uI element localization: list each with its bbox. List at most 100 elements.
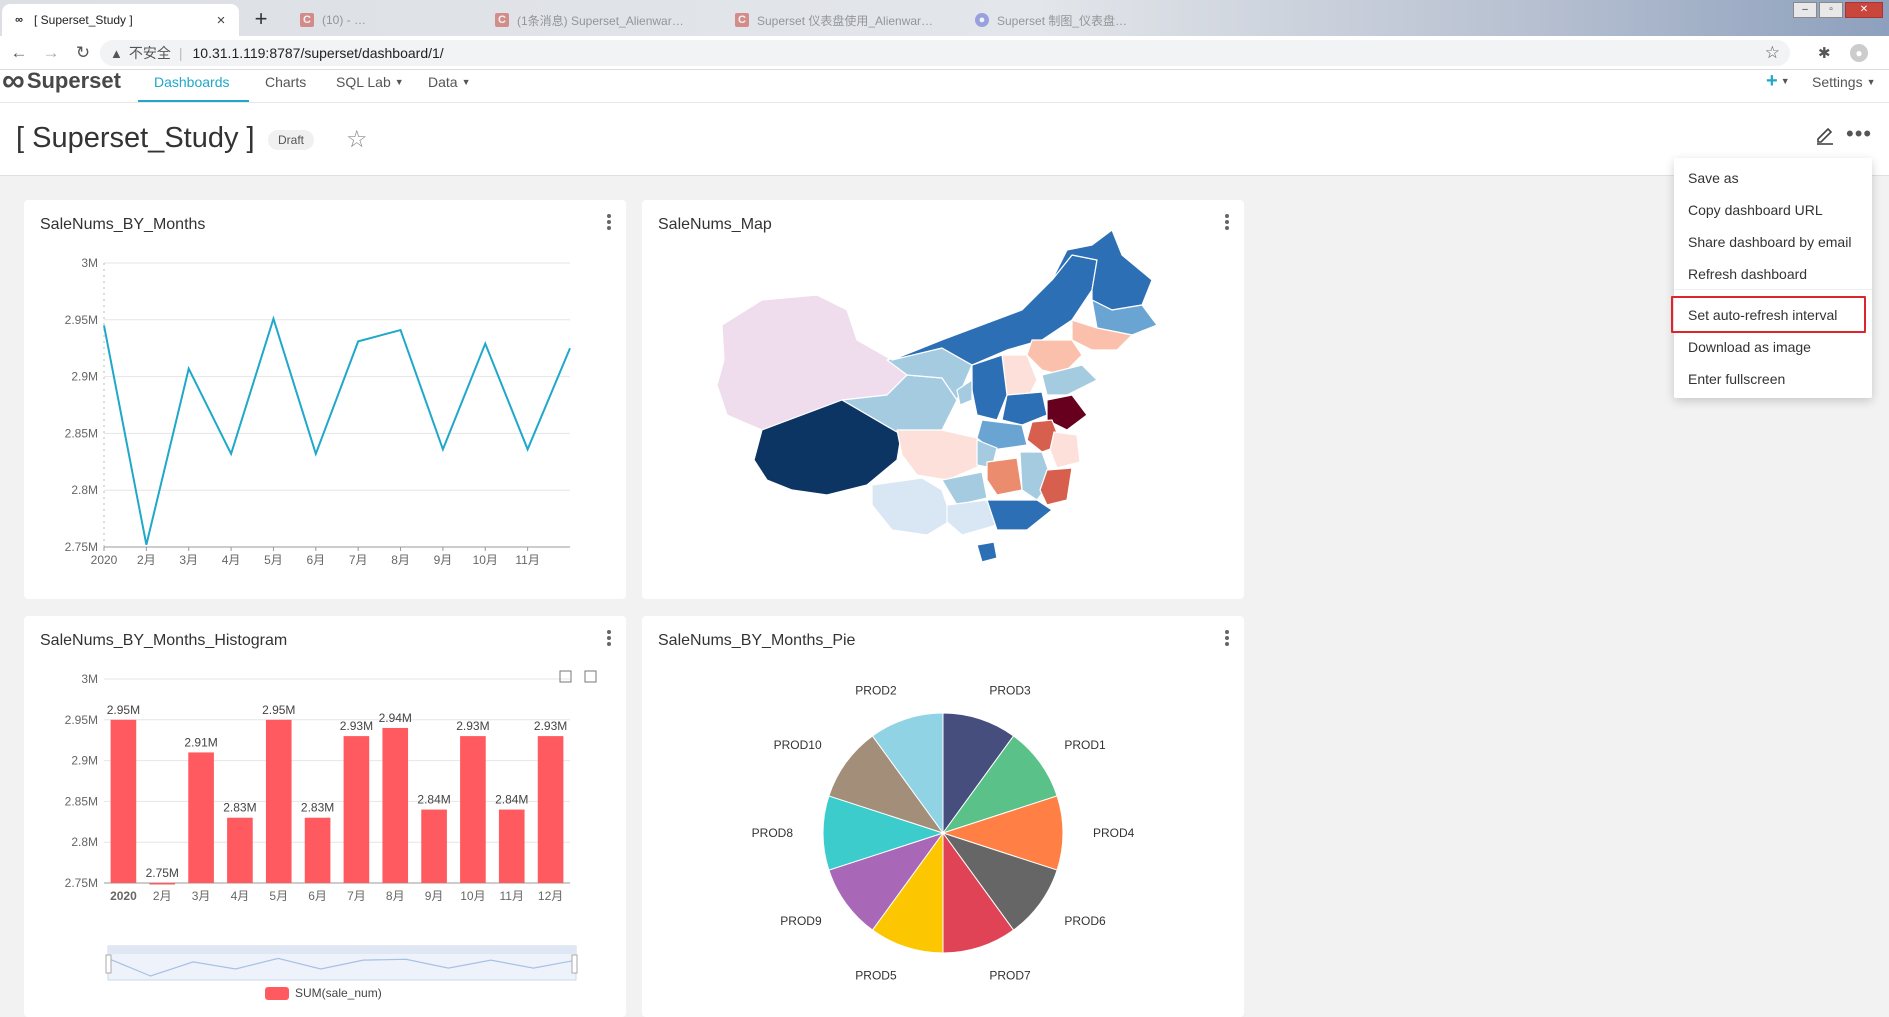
legend-label: SUM(sale_num) [295,986,382,1000]
back-icon[interactable]: ← [6,43,32,63]
tab-favicon-icon: C [495,13,509,27]
bar [188,752,214,883]
x-tick-label: 8月 [391,553,410,567]
x-tick-label: 7月 [349,553,368,567]
window-controls: – ▫ ✕ [1793,2,1883,18]
caret-down-icon: ▼ [1866,77,1876,87]
nav-data-label: Data [428,74,458,90]
x-tick-label: 2月 [137,553,156,567]
nav-charts[interactable]: Charts [265,74,306,90]
x-tick-label: 6月 [306,553,325,567]
y-tick-label: 2.9M [71,370,98,384]
zoom-icon [559,670,572,683]
dashboard-title[interactable]: [ Superset_Study ] [16,122,255,155]
browser-tab[interactable]: ● Superset 制图_仪表盘… [965,4,1195,36]
x-tick-label: 2020 [91,553,118,567]
zoom-reset-icon [584,670,597,683]
superset-logo[interactable]: ∞ Superset [2,70,121,99]
x-tick-label: 8月 [386,889,405,903]
y-tick-label: 2.85M [65,426,98,440]
annotation-highlight-box [1671,296,1866,333]
bar [265,719,292,883]
slice-label: PROD7 [989,969,1031,983]
bar [110,719,137,883]
data-label: 2.84M [417,793,450,807]
tab-title: (10) - … [322,13,367,27]
address-bar: ← → ↻ ▲ 不安全 | 10.31.1.119:8787/superset/… [0,36,1889,70]
new-tab-icon[interactable]: + [248,7,274,33]
data-label: 2.91M [184,735,217,749]
chart-legend[interactable]: SUM(sale_num) [265,986,382,1000]
maximize-icon[interactable]: ▫ [1819,2,1843,18]
map-region-sichuan [896,429,983,481]
edit-pencil-icon[interactable] [1814,123,1836,145]
y-tick-label: 2.8M [71,835,98,849]
nav-settings-label: Settings [1812,74,1863,90]
superset-logo-icon: ∞ [2,70,25,98]
nav-sql-lab[interactable]: SQL Lab ▼ [336,74,404,90]
forward-icon[interactable]: → [38,43,64,63]
url-text: 10.31.1.119:8787/superset/dashboard/1/ [192,45,444,61]
nav-data[interactable]: Data ▼ [428,74,471,90]
reload-icon[interactable]: ↻ [70,43,96,63]
chart-card-pie: SaleNums_BY_Months_Pie PROD3 PROD1 PROD4 PR… [642,616,1244,1017]
browser-tab[interactable]: C (1条消息) Superset_Alienwar… [485,4,715,36]
data-label: 2.84M [495,793,528,807]
data-label: 2.83M [301,801,334,815]
nav-settings[interactable]: Settings ▼ [1812,74,1876,90]
pie-chart: PROD3 PROD1 PROD4 PROD6 PROD7 PROD5 PROD9 PROD8… [752,683,1135,983]
profile-avatar-icon[interactable]: ● [1850,44,1868,62]
browser-tabstrip: ∞ [ Superset_Study ] × + C (10) - … C (1… [0,0,1889,36]
browser-tab-active[interactable]: ∞ [ Superset_Study ] × [2,4,239,36]
divider: | [178,45,183,61]
menu-refresh[interactable]: Refresh dashboard [1688,266,1807,282]
map-region-shaanxi [971,354,1008,421]
map-region-hainan [976,541,998,563]
menu-fullscreen[interactable]: Enter fullscreen [1688,371,1785,387]
bar [304,817,331,883]
x-tick-label: 10月 [473,553,498,567]
add-new-icon[interactable]: + ▼ [1766,70,1790,93]
x-tick-label: 7月 [347,889,366,903]
line-chart: 2.75M 2.8M 2.85M 2.9M 2.95M 3M 2020 2月 3月 4月 5月 6月 7… [65,256,571,567]
map-region-yunnan [871,477,953,536]
bar [149,883,176,885]
data-label: 2.93M [456,719,489,733]
slice-label: PROD4 [1093,826,1135,840]
data-label: 2.95M [262,703,295,717]
data-label: 2.95M [107,703,140,717]
menu-share-email[interactable]: Share dashboard by email [1688,234,1851,250]
bar [227,817,253,883]
bar-chart: 2.75M 2.8M 2.85M 2.9M 2.95M 3M 2.95M 2020 2.75M 2… [65,670,597,981]
slice-label: PROD6 [1064,914,1106,928]
extensions-puzzle-icon[interactable]: ✱ [1818,44,1831,62]
bar [421,809,447,883]
bookmark-star-icon[interactable]: ☆ [1765,43,1780,63]
url-field[interactable]: ▲ 不安全 | 10.31.1.119:8787/superset/dashbo… [100,40,1790,66]
data-label: 2.83M [223,801,256,815]
data-zoom-handle-right [571,954,578,974]
close-tab-icon[interactable]: × [213,12,229,29]
menu-download-image[interactable]: Download as image [1688,339,1811,355]
menu-copy-url[interactable]: Copy dashboard URL [1688,202,1823,218]
favorite-star-icon[interactable]: ☆ [346,125,368,154]
tab-favicon-icon: ● [975,13,989,27]
tab-title: Superset 仪表盘使用_Alienwar… [757,13,934,28]
status-badge: Draft [268,130,315,150]
tab-favicon-icon: C [735,13,749,27]
tab-title: Superset 制图_仪表盘… [997,13,1128,28]
nav-sql-lab-label: SQL Lab [336,74,391,90]
x-tick-label: 6月 [308,889,327,903]
dashboard-header: [ Superset_Study ] Draft ☆ ••• [0,103,1889,176]
more-options-icon[interactable]: ••• [1846,121,1872,147]
chart-card-bar: SaleNums_BY_Months_Histogram 2.75M 2.8M 2.… [24,616,626,1017]
superset-favicon-icon: ∞ [15,14,23,26]
window-close-icon[interactable]: ✕ [1845,2,1883,18]
legend-swatch [265,986,289,1000]
y-tick-label: 2.9M [71,754,98,768]
browser-tab[interactable]: C Superset 仪表盘使用_Alienwar… [725,4,955,36]
nav-dashboards[interactable]: Dashboards [154,74,230,90]
menu-save-as[interactable]: Save as [1688,170,1739,186]
bar [343,736,370,883]
minimize-icon[interactable]: – [1793,2,1817,18]
